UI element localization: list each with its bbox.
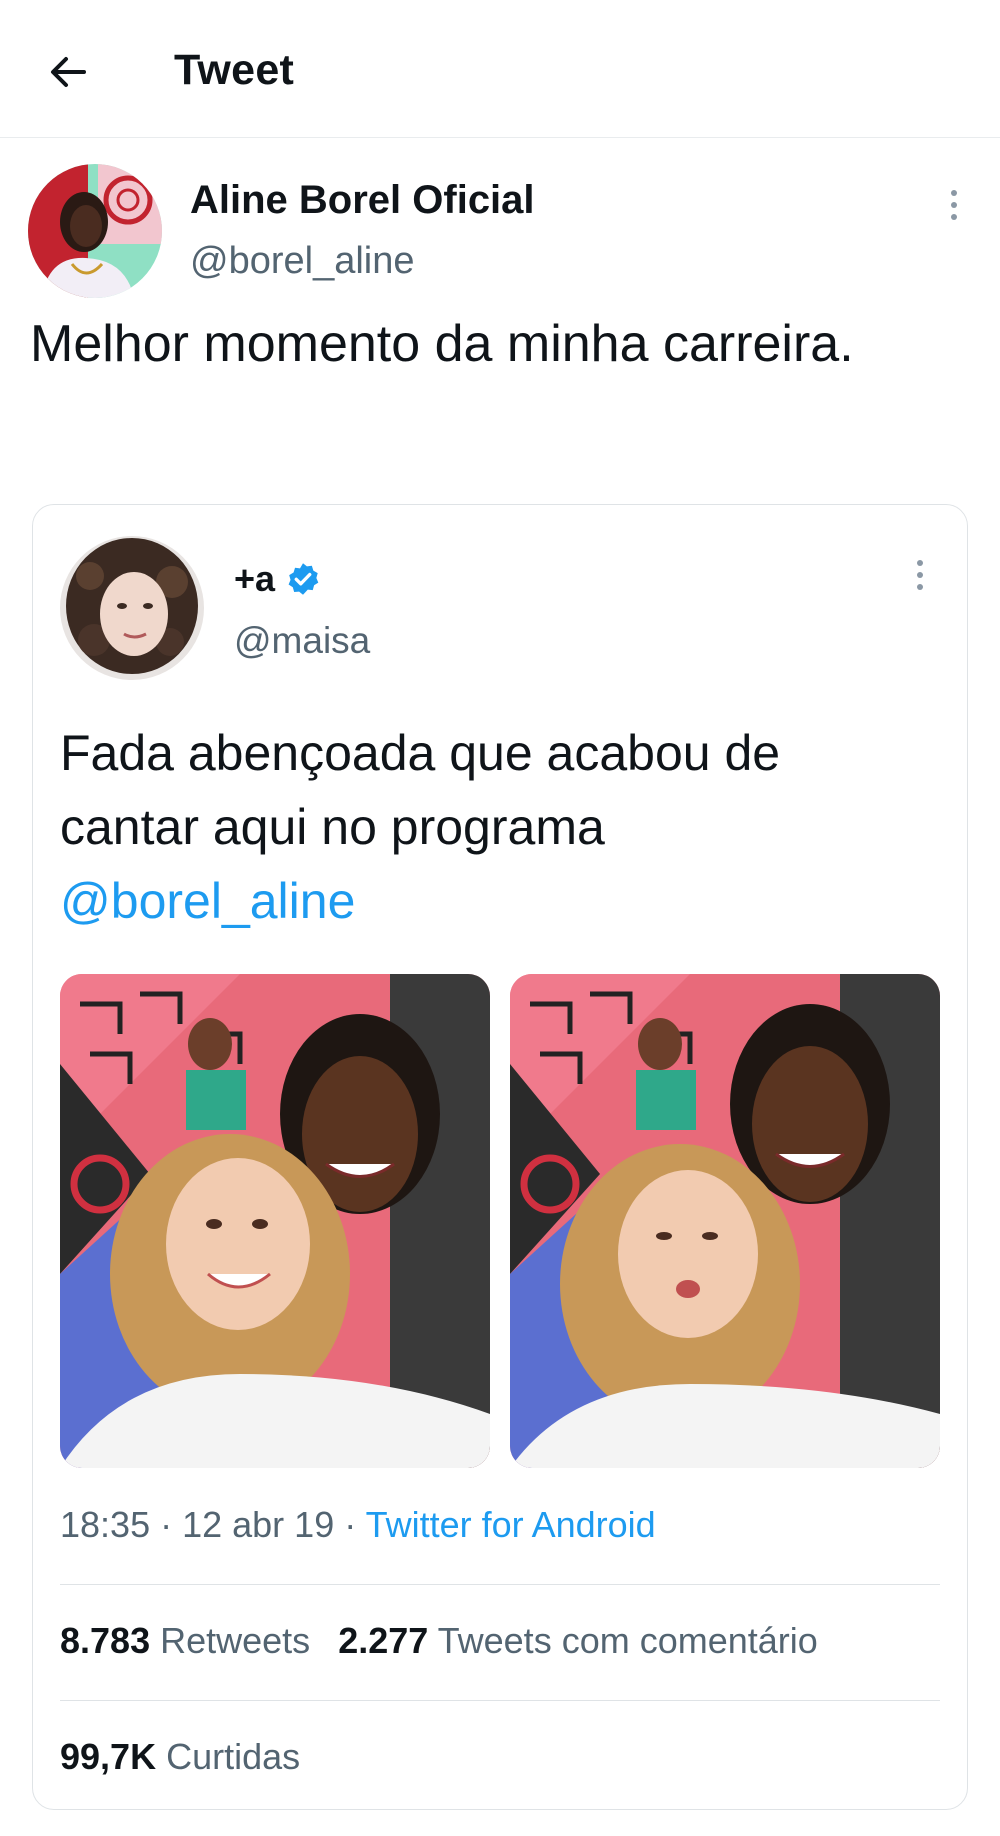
- retweets-stat[interactable]: 8.783 Retweets: [60, 1620, 310, 1661]
- author-handle[interactable]: @borel_aline: [190, 240, 415, 283]
- tweet-source-link[interactable]: Twitter for Android: [366, 1504, 656, 1545]
- mention-link[interactable]: @borel_aline: [60, 864, 930, 938]
- more-vertical-icon: [936, 186, 972, 220]
- tweet-meta: 18:35 · 12 abr 19 · Twitter for Android: [60, 1504, 656, 1546]
- author-avatar[interactable]: [28, 164, 162, 298]
- retweets-label: Retweets: [160, 1620, 311, 1661]
- quoted-tweet-text: Fada abençoada que acabou de cantar aqui…: [60, 716, 930, 938]
- top-bar: Tweet: [0, 0, 1000, 138]
- meta-separator: ·: [150, 1504, 183, 1545]
- engagement-stats: 8.783 Retweets 2.277 Tweets com comentári…: [60, 1620, 818, 1662]
- tweet-time[interactable]: 18:35: [60, 1504, 150, 1545]
- more-vertical-icon: [902, 556, 938, 590]
- quoted-author-avatar[interactable]: [60, 536, 204, 680]
- likes-stat[interactable]: 99,7K Curtidas: [60, 1736, 300, 1778]
- quoted-author-handle[interactable]: @maisa: [234, 620, 370, 662]
- quote-tweets-label: Tweets com comentário: [437, 1620, 818, 1661]
- tweet-photo-1[interactable]: [60, 974, 490, 1468]
- quoted-author-name-row: +a: [234, 556, 321, 602]
- meta-separator: ·: [334, 1504, 366, 1545]
- tweet-photo-2[interactable]: [510, 974, 940, 1468]
- tweet-text: Melhor momento da minha carreira.: [30, 315, 854, 373]
- quote-tweets-stat[interactable]: 2.277 Tweets com comentário: [338, 1620, 818, 1661]
- likes-label: Curtidas: [166, 1736, 301, 1777]
- verified-badge-icon: [288, 563, 319, 595]
- quoted-author-name[interactable]: +a: [234, 558, 275, 600]
- divider: [60, 1584, 940, 1585]
- quoted-tweet-body: Fada abençoada que acabou de cantar aqui…: [60, 725, 781, 855]
- more-options-button[interactable]: [936, 186, 972, 226]
- tweet-date[interactable]: 12 abr 19: [182, 1504, 334, 1545]
- likes-count: 99,7K: [60, 1736, 157, 1777]
- quote-tweets-count: 2.277: [338, 1620, 429, 1661]
- divider: [60, 1700, 940, 1701]
- back-button[interactable]: [40, 44, 96, 100]
- page-title: Tweet: [174, 46, 295, 94]
- author-name[interactable]: Aline Borel Oficial: [190, 178, 535, 223]
- quoted-more-options-button[interactable]: [902, 556, 938, 596]
- arrow-left-icon: [51, 57, 86, 87]
- retweets-count: 8.783: [60, 1620, 151, 1661]
